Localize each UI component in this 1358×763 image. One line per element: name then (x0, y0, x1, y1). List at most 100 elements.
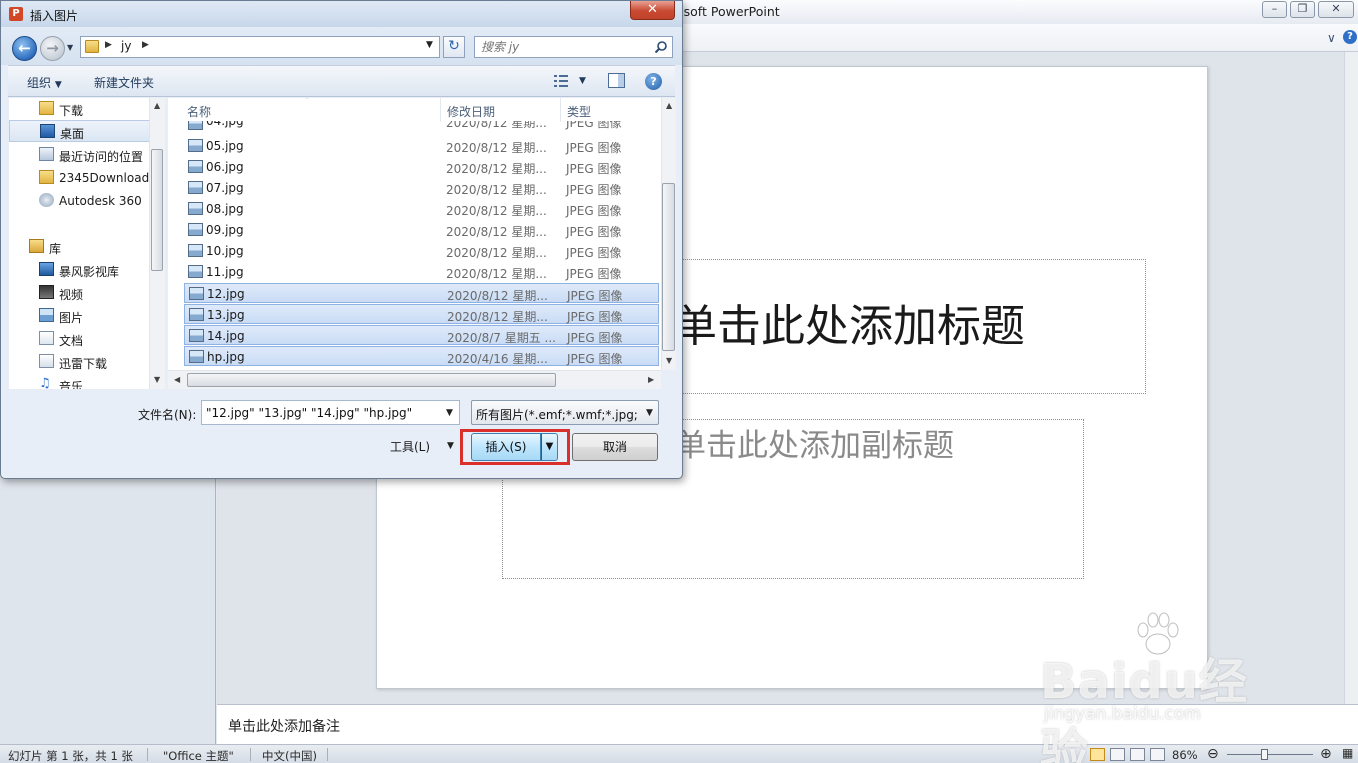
cancel-button[interactable]: 取消 (572, 433, 658, 461)
ppt-window-title: osoft PowerPoint (676, 4, 780, 19)
zoom-slider-thumb[interactable] (1261, 749, 1268, 760)
tools-menu-button[interactable]: 工具(L) (390, 438, 430, 455)
organize-menu[interactable]: 组织 ▼ (27, 74, 62, 91)
file-type: JPEG 图像 (567, 310, 623, 324)
address-bar[interactable]: ▶ jy ▶ ▼ (80, 36, 440, 58)
breadcrumb-arrow-icon[interactable]: ▶ (105, 40, 112, 50)
nav-item-music[interactable]: ♫ 音乐 (9, 374, 150, 390)
tools-dropdown-icon[interactable]: ▼ (447, 441, 454, 451)
file-name: 08.jpg (206, 202, 244, 216)
slide-sorter-icon[interactable] (1110, 748, 1125, 761)
insert-button[interactable]: 插入(S) (471, 433, 541, 461)
file-type: JPEG 图像 (567, 289, 623, 303)
scroll-down-icon[interactable]: ▼ (666, 356, 672, 365)
preview-pane-icon[interactable] (608, 73, 625, 88)
file-row[interactable]: 08.jpg 2020/8/12 星期... JPEG 图像 (184, 199, 659, 219)
slideshow-icon[interactable] (1150, 748, 1165, 761)
scroll-up-icon[interactable]: ▲ (154, 101, 160, 110)
view-options-icon[interactable] (554, 74, 570, 88)
column-divider[interactable] (440, 98, 441, 122)
insert-options-dropdown-icon[interactable]: ▼ (541, 433, 558, 461)
nav-item-pictures[interactable]: 图片 (9, 305, 150, 327)
column-header-name[interactable]: 名称 (187, 103, 211, 120)
file-row[interactable]: 06.jpg 2020/8/12 星期... JPEG 图像 (184, 157, 659, 177)
zoom-in-icon[interactable]: ⊕ (1320, 746, 1332, 762)
normal-view-icon[interactable] (1090, 748, 1105, 761)
file-name: hp.jpg (207, 350, 245, 364)
column-header-type[interactable]: 类型 (567, 103, 591, 120)
language-status[interactable]: 中文(中国) (262, 748, 317, 763)
scroll-right-icon[interactable]: ▶ (648, 375, 654, 384)
file-row[interactable]: 05.jpg 2020/8/12 星期... JPEG 图像 (184, 136, 659, 156)
scroll-left-icon[interactable]: ◀ (174, 375, 180, 384)
file-row[interactable]: 07.jpg 2020/8/12 星期... JPEG 图像 (184, 178, 659, 198)
reading-view-icon[interactable] (1130, 748, 1145, 761)
ribbon-collapse-icon[interactable]: ∨ (1327, 31, 1336, 45)
status-divider (327, 748, 328, 761)
minimize-button[interactable]: – (1262, 1, 1287, 18)
file-row[interactable]: 14.jpg 2020/8/7 星期五 ... JPEG 图像 (184, 325, 659, 345)
scroll-down-icon[interactable]: ▼ (154, 375, 160, 384)
search-icon[interactable] (654, 40, 668, 54)
search-input[interactable] (481, 40, 641, 54)
restore-button[interactable]: ❐ (1290, 1, 1315, 18)
filename-combobox[interactable]: ▼ (201, 400, 460, 425)
refresh-icon[interactable]: ↻ (443, 36, 465, 58)
new-folder-button[interactable]: 新建文件夹 (94, 74, 154, 91)
file-row[interactable]: 13.jpg 2020/8/12 星期... JPEG 图像 (184, 304, 659, 324)
nav-item-downloads[interactable]: 下载 (9, 98, 150, 120)
recent-places-icon (39, 147, 54, 161)
jpeg-image-icon (188, 121, 203, 130)
recent-locations-dropdown-icon[interactable]: ▼ (67, 43, 73, 52)
nav-pane-scroll-thumb[interactable] (151, 149, 163, 271)
filename-dropdown-icon[interactable]: ▼ (446, 408, 453, 418)
nav-item-desktop[interactable]: 桌面 (9, 120, 150, 142)
file-list-hscroll-thumb[interactable] (187, 373, 556, 387)
dialog-titlebar[interactable]: P 插入图片 ✕ (1, 1, 682, 27)
help-icon[interactable]: ? (1343, 30, 1357, 44)
view-dropdown-icon[interactable]: ▼ (579, 76, 586, 86)
filename-input[interactable] (206, 406, 442, 420)
fit-to-window-icon[interactable]: ▦ (1342, 746, 1353, 760)
close-window-button[interactable]: ✕ (1318, 1, 1354, 18)
folder-icon (39, 170, 54, 184)
nav-item-videos[interactable]: 视频 (9, 282, 150, 304)
chevron-down-icon[interactable]: ▼ (646, 408, 653, 418)
file-row[interactable]: 10.jpg 2020/8/12 星期... JPEG 图像 (184, 241, 659, 261)
nav-item-xunlei-downloads[interactable]: 迅雷下载 (9, 351, 150, 373)
column-header-date[interactable]: 修改日期 (447, 103, 495, 120)
nav-item-recent-places[interactable]: 最近访问的位置 (9, 144, 150, 166)
canvas-vertical-scrollbar[interactable] (1344, 52, 1358, 704)
search-box[interactable] (474, 36, 673, 58)
nav-item-baofeng-library[interactable]: 暴风影视库 (9, 259, 150, 281)
file-row[interactable]: 12.jpg 2020/8/12 星期... JPEG 图像 (184, 283, 659, 303)
nav-group-libraries[interactable]: 库 (9, 236, 150, 258)
breadcrumb-arrow-icon[interactable]: ▶ (142, 40, 149, 50)
dialog-close-button[interactable]: ✕ (630, 1, 675, 20)
column-divider[interactable] (560, 98, 561, 122)
scroll-up-icon[interactable]: ▲ (666, 101, 672, 110)
notes-pane[interactable]: 单击此处添加备注 (217, 704, 1358, 744)
nav-item-documents[interactable]: 文档 (9, 328, 150, 350)
file-type-filter-select[interactable]: 所有图片(*.emf;*.wmf;*.jpg;*.jp ▼ (471, 400, 659, 425)
zoom-level[interactable]: 86% (1172, 748, 1198, 762)
file-row[interactable]: 04.jpg 2020/8/12 星期... JPEG 图像 (184, 121, 659, 131)
back-arrow-icon[interactable]: ← (12, 36, 37, 61)
cloud-icon (39, 193, 54, 207)
forward-arrow-icon[interactable]: → (40, 36, 65, 61)
file-name: 09.jpg (206, 223, 244, 237)
file-row[interactable]: 11.jpg 2020/8/12 星期... JPEG 图像 (184, 262, 659, 282)
address-dropdown-icon[interactable]: ▼ (426, 40, 433, 50)
nav-item-2345downloads[interactable]: 2345Download: (9, 167, 150, 189)
file-row[interactable]: 09.jpg 2020/8/12 星期... JPEG 图像 (184, 220, 659, 240)
file-row[interactable]: hp.jpg 2020/4/16 星期... JPEG 图像 (184, 346, 659, 366)
zoom-slider-track[interactable] (1227, 754, 1313, 755)
theme-status[interactable]: "Office 主题" (163, 748, 234, 763)
nav-item-autodesk[interactable]: Autodesk 360 (9, 190, 150, 212)
dialog-help-icon[interactable]: ? (645, 73, 662, 90)
file-list-scroll-thumb[interactable] (662, 183, 675, 351)
nav-item-label: 最近访问的位置 (59, 150, 144, 164)
zoom-out-icon[interactable]: ⊖ (1207, 746, 1219, 762)
breadcrumb-folder[interactable]: jy (121, 39, 131, 53)
library-icon (29, 239, 44, 253)
